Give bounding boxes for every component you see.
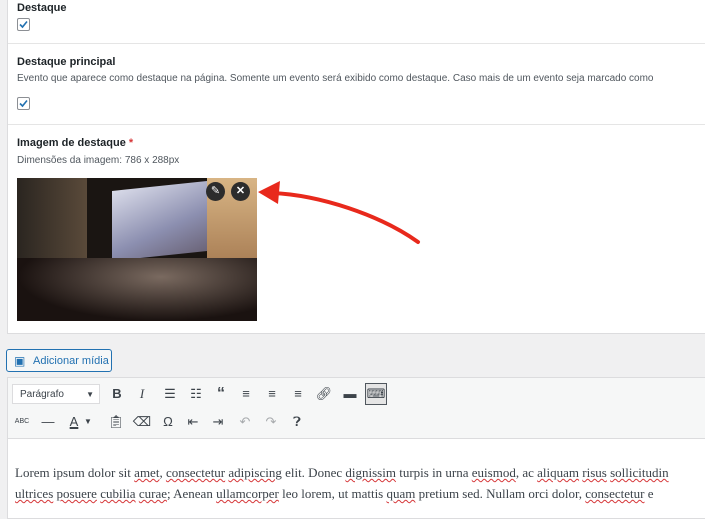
- outdent-icon[interactable]: ⇤: [183, 412, 203, 432]
- undo-icon[interactable]: ↶: [235, 412, 255, 432]
- content-line: Lorem ipsum dolor sit amet, consectetur …: [15, 465, 669, 480]
- indent-icon[interactable]: ⇥: [208, 412, 228, 432]
- blockquote-icon[interactable]: “: [211, 384, 231, 404]
- format-select-value: Parágrafo: [20, 389, 64, 400]
- align-left-icon[interactable]: ≡: [236, 384, 256, 404]
- content-line: ultrices posuere cubilia curae; Aenean u…: [15, 486, 654, 501]
- strikethrough-icon[interactable]: ABC: [12, 412, 32, 432]
- format-select[interactable]: Parágrafo ▼: [12, 384, 100, 404]
- italic-icon[interactable]: I: [132, 384, 152, 404]
- toolbar-toggle-icon[interactable]: ⌨: [365, 383, 387, 405]
- eraser-icon[interactable]: ⌫: [132, 412, 152, 432]
- bullet-list-icon[interactable]: ☰: [160, 384, 180, 404]
- bold-icon[interactable]: B: [107, 384, 127, 404]
- text-color-icon[interactable]: A: [64, 412, 84, 432]
- chevron-down-icon[interactable]: ▼: [82, 412, 94, 432]
- chevron-down-icon: ▼: [86, 390, 94, 399]
- content-editor[interactable]: Parágrafo ▼ B I ☰ ☷ “ ≡ ≡ ≡ 🔗︎ ▬ ⌨ ABC — …: [7, 377, 705, 519]
- redo-icon[interactable]: ↷: [261, 412, 281, 432]
- link-icon[interactable]: 🔗︎: [314, 384, 334, 404]
- add-media-label: Adicionar mídia: [33, 355, 109, 367]
- numbered-list-icon[interactable]: ☷: [186, 384, 206, 404]
- paste-text-icon[interactable]: 📋︎: [106, 412, 126, 432]
- media-icon: ▣: [14, 354, 26, 368]
- help-icon[interactable]: ❓︎: [287, 412, 307, 432]
- special-character-icon[interactable]: Ω: [158, 412, 178, 432]
- read-more-icon[interactable]: ▬: [340, 384, 360, 404]
- add-media-button[interactable]: ▣ Adicionar mídia: [6, 349, 112, 372]
- align-right-icon[interactable]: ≡: [288, 384, 308, 404]
- align-center-icon[interactable]: ≡: [262, 384, 282, 404]
- editor-toolbar: Parágrafo ▼ B I ☰ ☷ “ ≡ ≡ ≡ 🔗︎ ▬ ⌨ ABC — …: [8, 378, 705, 439]
- horizontal-line-icon[interactable]: —: [38, 412, 58, 432]
- editor-content[interactable]: Lorem ipsum dolor sit amet, consectetur …: [15, 462, 669, 504]
